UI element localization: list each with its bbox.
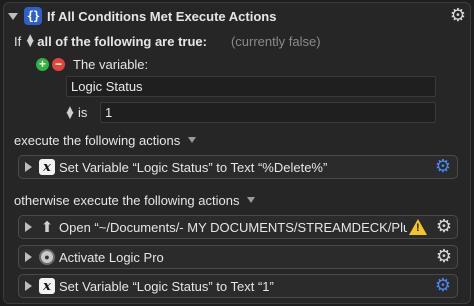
match-selector-stepper-icon[interactable]: ▲ ▼ bbox=[26, 34, 34, 49]
action-title: If All Conditions Met Execute Actions bbox=[47, 8, 277, 24]
expand-triangle-icon[interactable] bbox=[25, 281, 32, 291]
else-action-open-file[interactable]: ⬆ Open “~/Documents/- MY DOCUMENTS/STREA… bbox=[18, 215, 458, 239]
condition-value: 1 bbox=[105, 105, 113, 120]
action-title: Set Variable “Logic Status” to Text “%De… bbox=[59, 159, 328, 175]
add-condition-button[interactable]: + bbox=[36, 57, 49, 71]
remove-condition-button[interactable]: − bbox=[52, 57, 65, 71]
else-action-set-variable[interactable]: x Set Variable “Logic Status” to Text “1… bbox=[18, 274, 458, 298]
warning-glyph: ! bbox=[416, 222, 420, 234]
condition-value-field[interactable]: 1 bbox=[100, 102, 436, 123]
otherwise-section-header: otherwise execute the following actions bbox=[14, 191, 256, 209]
else-action-activate-app[interactable]: ● Activate Logic Pro ⚙ bbox=[18, 245, 458, 269]
action-title: Open “~/Documents/- MY DOCUMENTS/STREAMD… bbox=[59, 219, 407, 235]
operator-selector[interactable]: is bbox=[78, 105, 87, 120]
otherwise-label: otherwise execute the following actions bbox=[14, 192, 240, 208]
open-file-icon: ⬆ bbox=[40, 219, 54, 236]
expand-triangle-icon[interactable] bbox=[25, 252, 32, 262]
condition-header: If ▲ ▼ all of the following are true: (cu… bbox=[14, 32, 321, 50]
variable-name-field[interactable]: Logic Status bbox=[66, 76, 436, 97]
operator-row: ▲ ▼ is bbox=[66, 102, 88, 123]
expand-triangle-icon[interactable] bbox=[25, 222, 32, 232]
variable-name-value: Logic Status bbox=[71, 79, 143, 94]
variable-x-icon: x bbox=[39, 159, 55, 175]
condition-row: + − The variable: bbox=[36, 56, 148, 72]
then-action-set-variable[interactable]: x Set Variable “Logic Status” to Text “%… bbox=[18, 155, 458, 179]
gear-icon[interactable]: ⚙ bbox=[434, 158, 452, 176]
variable-label: The variable: bbox=[73, 56, 149, 72]
expand-triangle-icon[interactable] bbox=[25, 162, 32, 172]
match-selector[interactable]: all of the following are true: bbox=[37, 34, 207, 49]
action-title: Activate Logic Pro bbox=[59, 249, 164, 265]
action-header: {} If All Conditions Met Execute Actions… bbox=[6, 5, 470, 27]
execute-menu-icon[interactable] bbox=[188, 137, 197, 143]
collapse-triangle-icon[interactable] bbox=[8, 12, 18, 20]
otherwise-menu-icon[interactable] bbox=[247, 197, 256, 203]
braces-icon: {} bbox=[24, 7, 42, 25]
warning-icon: ! bbox=[409, 219, 427, 235]
variable-x-icon: x bbox=[39, 278, 55, 294]
execute-label: execute the following actions bbox=[14, 132, 181, 148]
logic-pro-app-icon: ● bbox=[39, 249, 55, 265]
gear-icon[interactable]: ⚙ bbox=[436, 218, 452, 236]
gear-icon[interactable]: ⚙ bbox=[450, 7, 466, 25]
execute-section-header: execute the following actions bbox=[14, 131, 197, 149]
condition-status: (currently false) bbox=[230, 33, 321, 49]
if-then-else-action: {} If All Conditions Met Execute Actions… bbox=[3, 2, 471, 304]
gear-icon[interactable]: ⚙ bbox=[436, 248, 452, 266]
action-title: Set Variable “Logic Status” to Text “1” bbox=[59, 278, 274, 294]
gear-icon[interactable]: ⚙ bbox=[434, 277, 452, 295]
if-label: If bbox=[14, 33, 22, 49]
operator-stepper-icon[interactable]: ▲ ▼ bbox=[66, 105, 74, 120]
